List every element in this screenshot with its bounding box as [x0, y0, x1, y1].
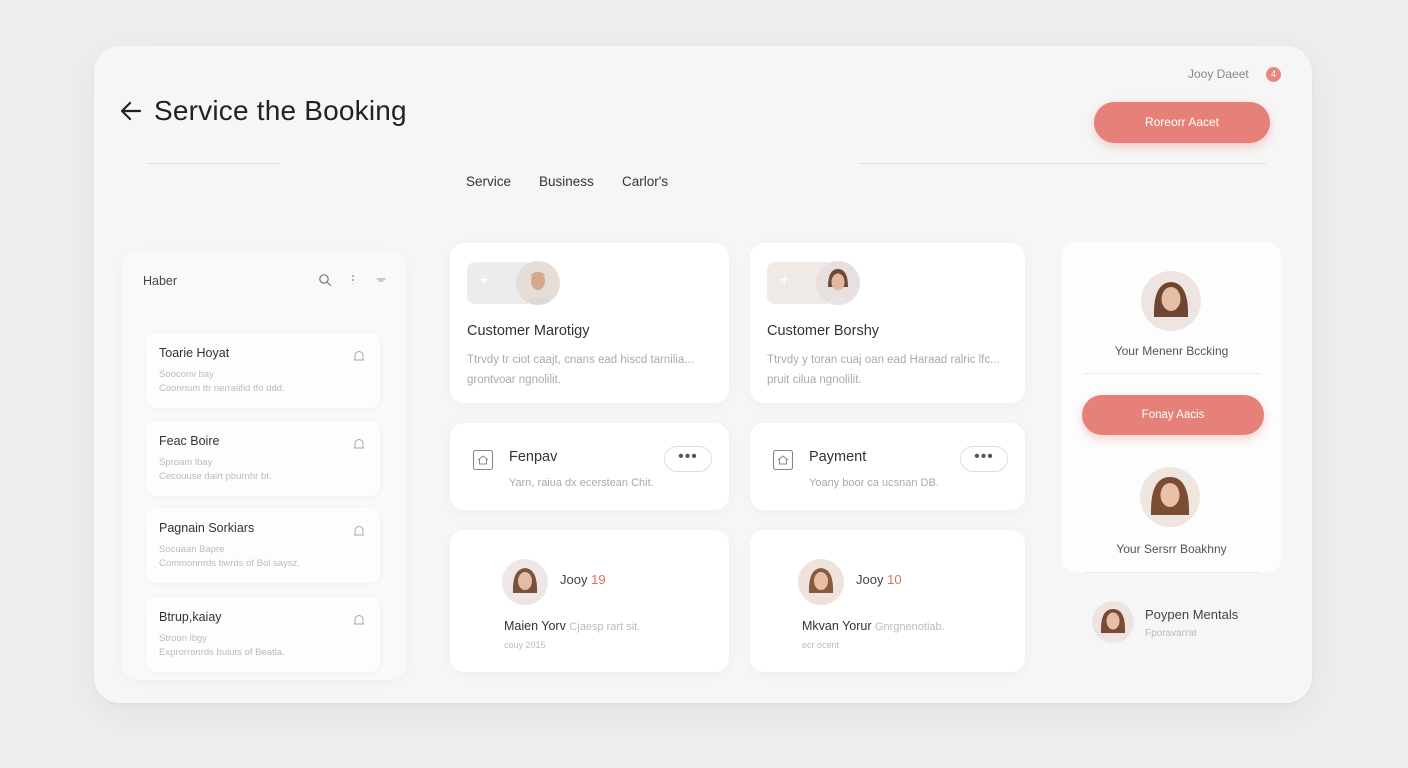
- more-options-button[interactable]: •••: [664, 446, 712, 472]
- payment-card-description: Yarn, raiua dx ecerstean Chit.: [509, 477, 654, 489]
- tab-carlors[interactable]: Carlor's: [622, 174, 668, 189]
- list-item-subtitle: Stroon lbgy: [159, 633, 208, 644]
- booking-card-description: Ttrvdy y toran cuaj oan ead Haraad ralri…: [767, 354, 1000, 386]
- payment-card[interactable]: Fenpav Yarn, raiua dx ecerstean Chit. ••…: [450, 423, 729, 510]
- booking-card[interactable]: + Customer Borshy Ttrvdy y toran cuaj oa…: [750, 243, 1025, 403]
- list-item[interactable]: Btrup,kaiay Stroon lbgy Exprorronrds bui…: [146, 597, 380, 672]
- staff-meta: couy 2015: [504, 640, 546, 650]
- list-item-subtitle: Sooconv bay: [159, 369, 214, 380]
- booking-card-description: Ttrvdy tr ciot caajt, cnans ead hiscd ta…: [467, 354, 694, 386]
- list-item[interactable]: Pagnain Sorkiars Socuaan Bapre Commonnrd…: [146, 508, 380, 583]
- list-item-description: Coonnum ttr nerraiifid tfo ddd.: [159, 383, 285, 394]
- avatar-chip[interactable]: +: [767, 261, 860, 305]
- staff-name: Jooy 10: [856, 572, 902, 587]
- list-item[interactable]: Feac Boire Sproam lbay Cecouuse dairt pb…: [146, 421, 380, 496]
- payment-card-title: Payment: [809, 449, 867, 465]
- staff-subtitle: Mkvan Yorur Gnrgnenotiab.: [802, 619, 945, 633]
- notification-badge[interactable]: 4: [1266, 67, 1281, 82]
- user-name[interactable]: Jooy Daeet: [1188, 67, 1249, 81]
- staff-first-name: Jooy: [560, 572, 588, 587]
- wallet-icon: [472, 449, 494, 471]
- avatar: [1092, 601, 1134, 643]
- payment-card-description: Yoany boor ca ucsnan DB.: [809, 477, 939, 489]
- list-item[interactable]: Toarie Hoyat Sooconv bay Coonnum ttr ner…: [146, 333, 380, 408]
- list-item-title: Pagnain Sorkiars: [159, 521, 255, 535]
- left-panel-title: Haber: [143, 274, 178, 288]
- staff-note: Gnrgnenotiab.: [874, 621, 945, 633]
- staff-name: Jooy 19: [560, 572, 606, 587]
- wallet-icon: [772, 449, 794, 471]
- avatar-chip[interactable]: +: [467, 261, 560, 305]
- page-title: Service the Booking: [154, 95, 407, 126]
- bell-icon[interactable]: [352, 349, 366, 364]
- staff-meta: ecr ocent: [802, 640, 840, 650]
- staff-first-name: Jooy: [856, 572, 884, 587]
- plus-icon[interactable]: +: [779, 270, 790, 291]
- avatar: [798, 559, 844, 605]
- staff-count: 19: [591, 572, 606, 587]
- search-icon[interactable]: [318, 272, 332, 288]
- tab-service[interactable]: Service: [466, 174, 511, 189]
- list-item-subtitle: Sproam lbay: [159, 457, 213, 468]
- contact-name[interactable]: Poypen Mentals: [1145, 607, 1238, 622]
- avatar: [1141, 271, 1201, 331]
- list-item-title: Toarie Hoyat: [159, 346, 230, 360]
- avatar: [502, 559, 548, 605]
- bell-icon[interactable]: [352, 437, 366, 452]
- avatar: [816, 261, 860, 305]
- list-item-subtitle: Socuaan Bapre: [159, 544, 225, 555]
- header-divider-right: [858, 163, 1266, 164]
- list-item-description: Exprorronrds buiuts of Beatla.: [159, 647, 285, 658]
- list-item-description: Commonnrds tiwrds of Bol saysz.: [159, 558, 300, 569]
- more-vertical-icon[interactable]: [346, 272, 360, 288]
- more-options-button[interactable]: •••: [960, 446, 1008, 472]
- avatar: [1140, 467, 1200, 527]
- filter-icon[interactable]: [374, 272, 388, 288]
- right-panel-divider: [1083, 572, 1261, 573]
- staff-note: Cjaesp rart sit.: [569, 621, 641, 633]
- right-panel-button[interactable]: Fonay Aacis: [1082, 395, 1264, 435]
- staff-count: 10: [887, 572, 902, 587]
- right-panel-label: Your Menenr Bccking: [1114, 344, 1229, 358]
- staff-card[interactable]: Jooy 10 Mkvan Yorur Gnrgnenotiab. ecr oc…: [750, 530, 1025, 672]
- booking-card[interactable]: + Customer Marotigy Ttrvdy tr ciot caajt…: [450, 243, 729, 403]
- primary-action-button[interactable]: Roreorr Aacet: [1094, 102, 1270, 143]
- list-item-description: Cecouuse dairt pburnhr bt.: [159, 471, 272, 482]
- contact-subtitle: Fporavarrat: [1145, 628, 1197, 639]
- staff-role: Mkvan Yorur: [802, 619, 872, 633]
- booking-card-title: Customer Borshy: [767, 323, 880, 339]
- right-panel-divider: [1083, 373, 1261, 374]
- right-panel-label: Your Sersrr Boakhny: [1116, 542, 1227, 556]
- tab-business[interactable]: Business: [539, 174, 594, 189]
- header-divider-left: [146, 163, 280, 164]
- bell-icon[interactable]: [352, 613, 366, 628]
- plus-icon[interactable]: +: [479, 270, 490, 291]
- list-item-title: Btrup,kaiay: [159, 610, 222, 624]
- payment-card[interactable]: Payment Yoany boor ca ucsnan DB. •••: [750, 423, 1025, 510]
- booking-card-title: Customer Marotigy: [467, 323, 590, 339]
- list-item-title: Feac Boire: [159, 434, 220, 448]
- avatar: [516, 261, 560, 305]
- staff-subtitle: Maien Yorv Cjaesp rart sit.: [504, 619, 640, 633]
- bell-icon[interactable]: [352, 524, 366, 539]
- back-arrow-icon[interactable]: [118, 98, 144, 124]
- staff-role: Maien Yorv: [504, 619, 566, 633]
- payment-card-title: Fenpav: [509, 449, 558, 465]
- staff-card[interactable]: Jooy 19 Maien Yorv Cjaesp rart sit. couy…: [450, 530, 729, 672]
